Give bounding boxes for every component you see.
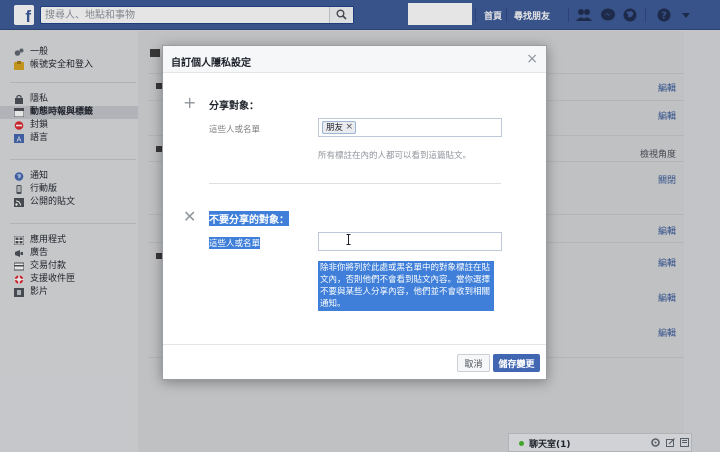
token-label: 朋友 <box>326 123 344 133</box>
dont-share-with-hint: 除非你將列於此處或黑名單中的對象標註在貼文內，否則他們不會看到貼文內容。當你選擇… <box>318 261 494 311</box>
share-with-title: 分享對象： <box>209 101 259 112</box>
x-exclude-icon: ✕ <box>183 207 197 226</box>
remove-token-icon[interactable]: × <box>345 121 353 133</box>
dont-share-with-title: 不要分享的對象： <box>209 211 289 226</box>
dialog-footer-divider <box>163 344 546 345</box>
text-cursor-icon <box>346 234 351 245</box>
cancel-button[interactable]: 取消 <box>457 354 490 372</box>
section-divider <box>209 183 501 184</box>
dont-share-with-label: 這些人或名單 <box>209 237 261 249</box>
save-changes-button[interactable]: 儲存變更 <box>493 354 540 372</box>
dialog-title: 自訂個人隱私設定 <box>171 58 251 69</box>
dialog-header: 自訂個人隱私設定 × <box>163 46 546 73</box>
plus-icon: + <box>183 93 197 112</box>
share-with-input[interactable]: 朋友 × <box>318 118 502 137</box>
share-with-hint: 所有標註在內的人都可以看到這篇貼文。 <box>318 151 472 161</box>
friends-token[interactable]: 朋友 × <box>322 121 357 134</box>
custom-privacy-dialog: 自訂個人隱私設定 × + 分享對象： 這些人或名單 朋友 × 所有標註在內的人都… <box>162 45 547 380</box>
close-icon[interactable]: × <box>526 52 538 66</box>
share-with-label: 這些人或名單 <box>209 125 261 135</box>
